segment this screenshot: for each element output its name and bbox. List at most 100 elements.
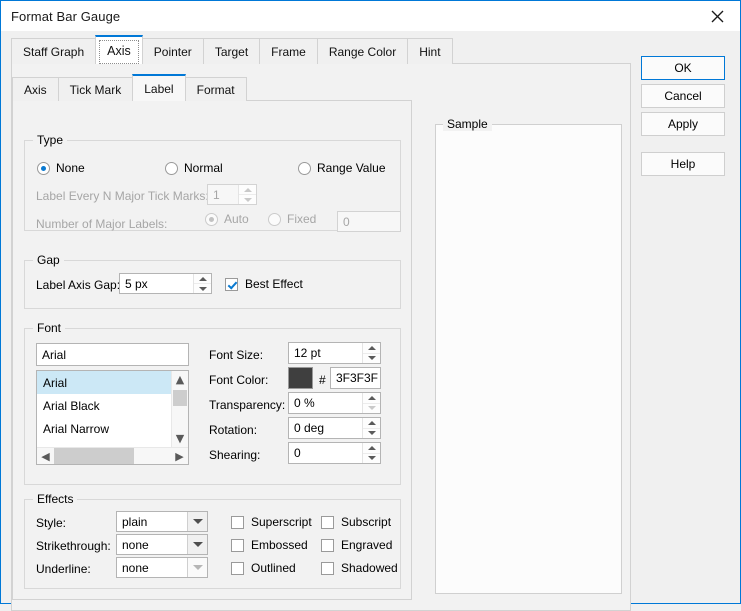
- checkbox-subscript[interactable]: Subscript: [321, 515, 391, 529]
- scroll-right-icon[interactable]: ▶: [171, 448, 188, 464]
- inner-tab-axis[interactable]: Axis: [12, 77, 59, 101]
- radio-type-none[interactable]: None: [37, 161, 85, 175]
- window-title: Format Bar Gauge: [1, 9, 695, 24]
- ok-button[interactable]: OK: [641, 56, 725, 80]
- font-list-horizontal-scrollbar[interactable]: ◀ ▶: [37, 447, 188, 464]
- scroll-left-icon[interactable]: ◀: [37, 448, 54, 464]
- help-button[interactable]: Help: [641, 152, 725, 176]
- select-value: plain: [117, 512, 187, 531]
- checkbox-indicator: [321, 562, 334, 575]
- underline-select[interactable]: none: [116, 557, 208, 578]
- type-group: Type None Normal Range Value Label Every…: [24, 140, 401, 231]
- tab-range-color[interactable]: Range Color: [317, 38, 408, 64]
- checkbox-outlined[interactable]: Outlined: [231, 561, 296, 575]
- scroll-down-icon[interactable]: ▼: [172, 430, 188, 447]
- horizontal-scroll-thumb[interactable]: [54, 448, 134, 464]
- tab-staff-graph[interactable]: Staff Graph: [11, 38, 96, 64]
- stepper-buttons: [362, 343, 380, 363]
- label-axis-gap-stepper[interactable]: 5 px: [119, 273, 212, 294]
- select-value: none: [117, 558, 187, 577]
- checkbox-engraved[interactable]: Engraved: [321, 538, 392, 552]
- font-color-swatch[interactable]: [288, 367, 313, 389]
- font-color-hex-input[interactable]: 3F3F3F: [330, 367, 381, 389]
- tab-label: Target: [215, 45, 248, 59]
- list-item[interactable]: Arial Narrow: [37, 417, 171, 440]
- stepper-down-icon[interactable]: [363, 353, 380, 364]
- font-size-stepper[interactable]: 12 pt: [288, 342, 381, 364]
- stepper-buttons: [362, 443, 380, 463]
- chevron-down-icon[interactable]: [187, 512, 207, 531]
- chevron-down-icon[interactable]: [187, 535, 207, 554]
- stepper-down-icon[interactable]: [363, 403, 380, 414]
- checkbox-label: Subscript: [341, 515, 391, 529]
- shearing-stepper[interactable]: 0: [288, 442, 381, 464]
- fixed-major-labels-input[interactable]: 0: [337, 211, 401, 232]
- stepper-up-icon[interactable]: [363, 418, 380, 428]
- scroll-up-icon[interactable]: ▲: [172, 371, 188, 388]
- style-select[interactable]: plain: [116, 511, 208, 532]
- radio-indicator: [268, 213, 281, 226]
- stepper-value: 0 deg: [289, 418, 362, 438]
- button-label: Apply: [668, 117, 698, 131]
- checkbox-label: Best Effect: [245, 277, 303, 291]
- inner-tab-tick-mark[interactable]: Tick Mark: [58, 77, 134, 101]
- font-list-vertical-scrollbar[interactable]: ▲ ▼: [171, 371, 188, 447]
- close-icon[interactable]: [695, 2, 740, 31]
- tab-hint[interactable]: Hint: [407, 38, 452, 64]
- checkbox-best-effect[interactable]: Best Effect: [225, 277, 303, 291]
- font-family-list[interactable]: Arial Arial Black Arial Narrow Arial Uni…: [36, 370, 189, 465]
- radio-type-normal[interactable]: Normal: [165, 161, 223, 175]
- checkbox-embossed[interactable]: Embossed: [231, 538, 308, 552]
- horizontal-scroll-track[interactable]: [134, 448, 171, 464]
- label-axis-gap-label: Label Axis Gap:: [36, 278, 120, 292]
- stepper-up-icon[interactable]: [363, 343, 380, 353]
- list-item[interactable]: Arial: [37, 371, 171, 394]
- tab-label: Hint: [419, 45, 440, 59]
- checkbox-superscript[interactable]: Superscript: [231, 515, 312, 529]
- tab-label: Staff Graph: [23, 45, 84, 59]
- rotation-stepper[interactable]: 0 deg: [288, 417, 381, 439]
- font-group-legend: Font: [33, 321, 65, 335]
- radio-type-range-value[interactable]: Range Value: [298, 161, 386, 175]
- apply-button[interactable]: Apply: [641, 112, 725, 136]
- checkbox-label: Engraved: [341, 538, 392, 552]
- font-name-input[interactable]: Arial: [36, 343, 189, 366]
- label-every-n-stepper[interactable]: 1: [207, 184, 257, 205]
- stepper-down-icon[interactable]: [239, 194, 256, 204]
- chevron-down-icon[interactable]: [187, 558, 207, 577]
- stepper-down-icon[interactable]: [194, 283, 211, 293]
- font-color-label: Font Color:: [209, 373, 268, 387]
- checkbox-shadowed[interactable]: Shadowed: [321, 561, 398, 575]
- stepper-up-icon[interactable]: [363, 393, 380, 403]
- tab-target[interactable]: Target: [203, 38, 260, 64]
- stepper-up-icon[interactable]: [194, 274, 211, 283]
- font-size-label: Font Size:: [209, 348, 263, 362]
- tab-label: Frame: [271, 45, 306, 59]
- cancel-button[interactable]: Cancel: [641, 84, 725, 108]
- radio-major-labels-fixed[interactable]: Fixed: [268, 212, 316, 226]
- tab-label: Tick Mark: [70, 83, 122, 97]
- inner-tab-label[interactable]: Label: [132, 74, 185, 101]
- tab-axis[interactable]: Axis: [95, 35, 143, 64]
- tab-pointer[interactable]: Pointer: [142, 38, 204, 64]
- radio-indicator: [37, 162, 50, 175]
- tab-label: Pointer: [154, 45, 192, 59]
- dialog-body: Staff Graph Axis Pointer Target Frame Ra…: [1, 31, 740, 603]
- radio-label: Normal: [184, 161, 223, 175]
- transparency-stepper[interactable]: 0 %: [288, 392, 381, 414]
- label-every-n-label: Label Every N Major Tick Marks:: [36, 189, 209, 203]
- type-group-legend: Type: [33, 133, 67, 147]
- vertical-scroll-thumb[interactable]: [173, 390, 187, 406]
- radio-major-labels-auto[interactable]: Auto: [205, 212, 249, 226]
- rotation-label: Rotation:: [209, 423, 257, 437]
- stepper-up-icon[interactable]: [363, 443, 380, 453]
- list-item[interactable]: Arial Black: [37, 394, 171, 417]
- strikethrough-select[interactable]: none: [116, 534, 208, 555]
- stepper-down-icon[interactable]: [363, 428, 380, 439]
- stepper-up-icon[interactable]: [239, 185, 256, 194]
- list-item[interactable]: Arial Unicode MS: [37, 440, 171, 447]
- inner-tab-format[interactable]: Format: [185, 77, 247, 101]
- checkbox-indicator: [231, 516, 244, 529]
- tab-frame[interactable]: Frame: [259, 38, 318, 64]
- stepper-down-icon[interactable]: [363, 453, 380, 464]
